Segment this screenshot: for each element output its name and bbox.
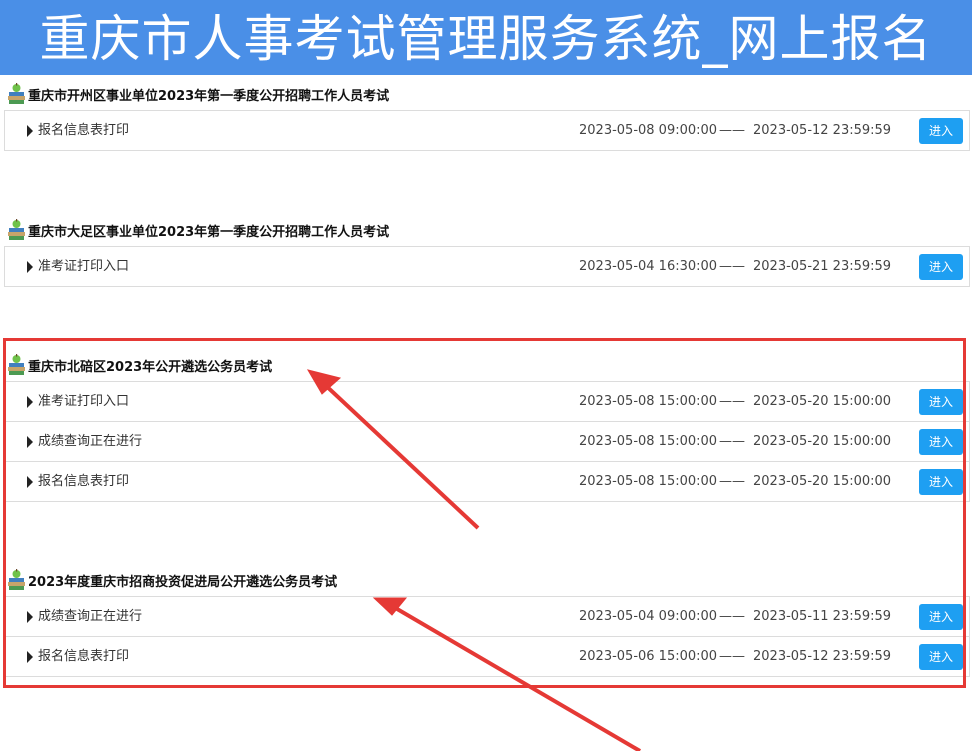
start-time: 2023-05-08 15:00:00 <box>579 474 718 489</box>
exam-item-label: 报名信息表打印 <box>38 474 130 489</box>
exam-title-row: 重庆市北碚区2023年公开遴选公务员考试 <box>4 349 970 381</box>
start-time: 2023-05-06 15:00:00 <box>579 649 718 664</box>
end-time: 2023-05-20 15:00:00 <box>753 474 892 489</box>
start-time: 2023-05-08 15:00:00 <box>579 394 718 409</box>
time-separator: —— <box>719 434 745 449</box>
exam-item-row: 成绩查询正在进行 2023-05-04 09:00:00 —— 2023-05-… <box>4 597 970 637</box>
exam-item-row: 成绩查询正在进行 2023-05-08 15:00:00 —— 2023-05-… <box>4 422 970 462</box>
enter-button[interactable]: 进入 <box>919 604 963 630</box>
exam-title-row: 重庆市大足区事业单位2023年第一季度公开招聘工作人员考试 <box>4 214 970 246</box>
enter-button[interactable]: 进入 <box>919 389 963 415</box>
exam-items: 报名信息表打印 2023-05-08 09:00:00 —— 2023-05-1… <box>4 110 970 151</box>
start-time: 2023-05-08 09:00:00 <box>579 123 718 138</box>
enter-button[interactable]: 进入 <box>919 644 963 670</box>
exam-section: 重庆市开州区事业单位2023年第一季度公开招聘工作人员考试 报名信息表打印 20… <box>4 78 970 151</box>
site-title: 重庆市人事考试管理服务系统_网上报名 <box>39 10 933 68</box>
triangle-right-icon <box>27 475 33 488</box>
triangle-right-icon <box>27 395 33 408</box>
exam-item: 准考证打印入口 <box>27 382 129 421</box>
exam-item-label: 成绩查询正在进行 <box>38 434 143 449</box>
exam-title: 2023年度重庆市招商投资促进局公开遴选公务员考试 <box>28 574 338 590</box>
exam-section: 重庆市北碚区2023年公开遴选公务员考试 准考证打印入口 2023-05-08 … <box>4 349 970 502</box>
book-stack-apple-icon <box>8 569 25 590</box>
exam-title-row: 重庆市开州区事业单位2023年第一季度公开招聘工作人员考试 <box>4 78 970 110</box>
exam-item: 成绩查询正在进行 <box>27 597 142 636</box>
exam-title: 重庆市北碚区2023年公开遴选公务员考试 <box>28 359 273 375</box>
exam-item-label: 准考证打印入口 <box>38 394 130 409</box>
exam-item-label: 报名信息表打印 <box>38 123 130 138</box>
time-separator: —— <box>719 474 745 489</box>
book-stack-apple-icon <box>8 354 25 375</box>
time-separator: —— <box>719 609 745 624</box>
exam-section: 2023年度重庆市招商投资促进局公开遴选公务员考试 成绩查询正在进行 2023-… <box>4 564 970 677</box>
exam-section: 重庆市大足区事业单位2023年第一季度公开招聘工作人员考试 准考证打印入口 20… <box>4 214 970 287</box>
app-root: 重庆市人事考试管理服务系统_网上报名 重庆市开州区事业单位2023年第一季度公开… <box>0 0 972 751</box>
triangle-right-icon <box>27 260 33 273</box>
end-time: 2023-05-11 23:59:59 <box>753 609 892 624</box>
exam-item-label: 准考证打印入口 <box>38 259 130 274</box>
exam-item: 报名信息表打印 <box>27 637 129 676</box>
triangle-right-icon <box>27 124 33 137</box>
end-time: 2023-05-12 23:59:59 <box>753 649 892 664</box>
exam-title-row: 2023年度重庆市招商投资促进局公开遴选公务员考试 <box>4 564 970 596</box>
exam-items: 成绩查询正在进行 2023-05-04 09:00:00 —— 2023-05-… <box>4 596 970 677</box>
exam-item-label: 成绩查询正在进行 <box>38 609 143 624</box>
exam-items: 准考证打印入口 2023-05-04 16:30:00 —— 2023-05-2… <box>4 246 970 287</box>
triangle-right-icon <box>27 650 33 663</box>
end-time: 2023-05-20 15:00:00 <box>753 434 892 449</box>
exam-item-row: 报名信息表打印 2023-05-06 15:00:00 —— 2023-05-1… <box>4 637 970 677</box>
time-separator: —— <box>719 649 745 664</box>
enter-button[interactable]: 进入 <box>919 429 963 455</box>
exam-item: 成绩查询正在进行 <box>27 422 142 461</box>
exam-item-row: 准考证打印入口 2023-05-08 15:00:00 —— 2023-05-2… <box>4 382 970 422</box>
time-separator: —— <box>719 123 745 138</box>
exam-title: 重庆市大足区事业单位2023年第一季度公开招聘工作人员考试 <box>28 224 390 240</box>
exam-item: 准考证打印入口 <box>27 247 129 286</box>
start-time: 2023-05-08 15:00:00 <box>579 434 718 449</box>
start-time: 2023-05-04 09:00:00 <box>579 609 718 624</box>
header-banner: 重庆市人事考试管理服务系统_网上报名 <box>0 0 972 75</box>
end-time: 2023-05-20 15:00:00 <box>753 394 892 409</box>
book-stack-apple-icon <box>8 219 25 240</box>
exam-item-row: 报名信息表打印 2023-05-08 15:00:00 —— 2023-05-2… <box>4 462 970 502</box>
time-separator: —— <box>719 259 745 274</box>
triangle-right-icon <box>27 435 33 448</box>
time-separator: —— <box>719 394 745 409</box>
exam-item-label: 报名信息表打印 <box>38 649 130 664</box>
exam-item-row: 报名信息表打印 2023-05-08 09:00:00 —— 2023-05-1… <box>4 111 970 151</box>
enter-button[interactable]: 进入 <box>919 254 963 280</box>
triangle-right-icon <box>27 610 33 623</box>
exam-item: 报名信息表打印 <box>27 111 129 150</box>
exam-item: 报名信息表打印 <box>27 462 129 501</box>
end-time: 2023-05-21 23:59:59 <box>753 259 892 274</box>
enter-button[interactable]: 进入 <box>919 118 963 144</box>
end-time: 2023-05-12 23:59:59 <box>753 123 892 138</box>
exam-list: 重庆市开州区事业单位2023年第一季度公开招聘工作人员考试 报名信息表打印 20… <box>0 75 972 751</box>
enter-button[interactable]: 进入 <box>919 469 963 495</box>
book-stack-apple-icon <box>8 83 25 104</box>
exam-title: 重庆市开州区事业单位2023年第一季度公开招聘工作人员考试 <box>28 88 390 104</box>
exam-items: 准考证打印入口 2023-05-08 15:00:00 —— 2023-05-2… <box>4 381 970 502</box>
start-time: 2023-05-04 16:30:00 <box>579 259 718 274</box>
exam-item-row: 准考证打印入口 2023-05-04 16:30:00 —— 2023-05-2… <box>4 247 970 287</box>
